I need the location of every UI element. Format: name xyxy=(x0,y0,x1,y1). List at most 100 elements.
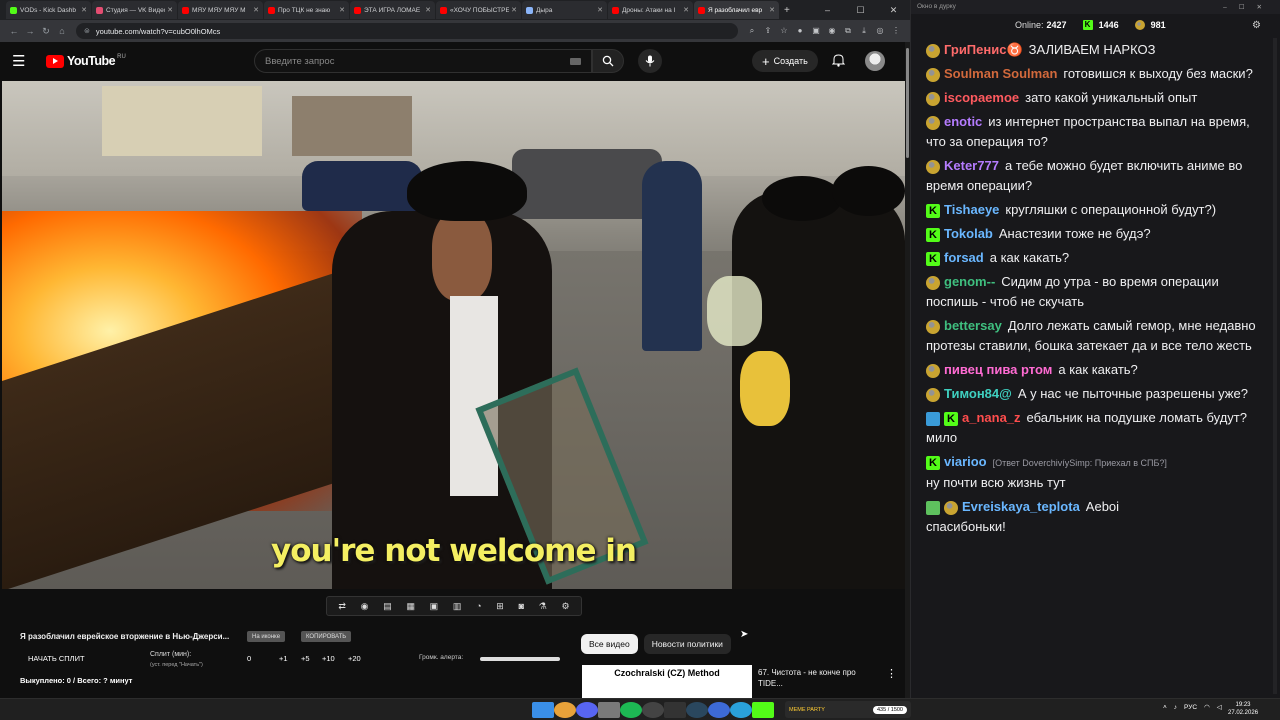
terminal-icon[interactable] xyxy=(664,702,686,718)
extensions-puzzle-icon[interactable]: ⧉ xyxy=(840,26,856,36)
chat-username[interactable]: Keter777 xyxy=(944,158,999,173)
chip-all-videos[interactable]: Все видео xyxy=(581,634,638,654)
extension-2-icon[interactable]: ▣ xyxy=(808,26,824,36)
wifi-icon[interactable]: ◠ xyxy=(1204,703,1210,711)
extension-1-icon[interactable]: ● xyxy=(792,26,808,36)
back-icon[interactable]: ← xyxy=(6,26,22,36)
add-10-button[interactable]: +10 xyxy=(322,654,335,663)
film-icon[interactable]: ▦ xyxy=(406,601,415,612)
search-button[interactable] xyxy=(592,49,624,73)
pip-icon[interactable]: ▣ xyxy=(430,601,439,612)
tab-close-icon[interactable]: ✕ xyxy=(597,6,603,14)
on-icon-chip[interactable]: На иконке xyxy=(247,631,286,642)
microphone-tray-icon[interactable]: ♪ xyxy=(1174,704,1177,711)
chat-username[interactable]: iscopaemoe xyxy=(944,90,1019,105)
chat-window-controls[interactable]: –☐✕ xyxy=(1223,3,1274,11)
speed-icon[interactable]: ◔ xyxy=(476,601,481,611)
browser-tab[interactable]: VODs - Kick Dashb ✕ xyxy=(6,1,91,19)
share-icon[interactable]: ⇪ xyxy=(760,26,776,36)
reload-icon[interactable]: ↻ xyxy=(38,26,54,37)
chat-reply-quote[interactable]: [Ответ DoverchivíySimp: Приехал в СПБ?] xyxy=(993,458,1167,468)
media-icon[interactable] xyxy=(708,702,730,718)
tab-close-icon[interactable]: ✕ xyxy=(769,6,775,14)
youtube-logo[interactable]: YouTube RU xyxy=(46,54,126,68)
chat-username[interactable]: Тимон84@ xyxy=(944,386,1012,401)
recommended-thumbnail[interactable]: Czochralski (CZ) Method xyxy=(582,665,752,698)
menu-icon[interactable]: ☰ xyxy=(12,52,36,70)
site-info-icon[interactable]: ⊜ xyxy=(84,27,90,35)
forward-icon[interactable]: → xyxy=(22,26,38,36)
alert-volume-slider[interactable] xyxy=(480,657,560,661)
kick-app-icon[interactable] xyxy=(752,702,774,718)
profile-icon[interactable]: ◎ xyxy=(872,26,888,36)
chat-username[interactable]: Soulman Soulman xyxy=(944,66,1057,81)
browser-tab[interactable]: МЯУ МЯУ МЯУ М ✕ xyxy=(178,1,263,19)
browser-tab[interactable]: Я разоблачил евр ✕ xyxy=(694,1,779,19)
chat-username[interactable]: пивец пива ртом xyxy=(944,362,1052,377)
voice-search-button[interactable] xyxy=(638,49,662,73)
chat-username[interactable]: ГриПенис♉ xyxy=(944,42,1023,57)
minimize-icon[interactable]: – xyxy=(811,5,844,16)
extension-3-icon[interactable]: ◉ xyxy=(824,26,840,36)
tab-close-icon[interactable]: ✕ xyxy=(425,6,431,14)
browser-tab[interactable]: ЭТА ИГРА ЛОМАЕ ✕ xyxy=(350,1,435,19)
keyboard-icon[interactable] xyxy=(570,57,581,65)
tray-chevron-icon[interactable]: ˄ xyxy=(1163,704,1167,711)
chrome-icon[interactable] xyxy=(554,702,576,718)
add-20-button[interactable]: +20 xyxy=(348,654,361,663)
bookmark-star-icon[interactable]: ☆ xyxy=(776,26,792,36)
recommended-title[interactable]: 67. Чистота - не конче про TIDE... xyxy=(758,667,878,689)
search-input[interactable]: Введите запрос xyxy=(254,49,592,73)
home-icon[interactable]: ⌂ xyxy=(54,26,70,36)
discord-icon[interactable] xyxy=(576,702,598,718)
windows-start-icon[interactable] xyxy=(532,702,554,718)
more-options-icon[interactable]: ⋮ xyxy=(886,667,897,680)
chat-username[interactable]: genom-- xyxy=(944,274,995,289)
loop-icon[interactable]: ⇄ xyxy=(338,601,346,612)
spotify-icon[interactable] xyxy=(620,702,642,718)
camera-icon[interactable]: ◙ xyxy=(519,601,524,611)
video-player[interactable]: you're not welcome in xyxy=(2,81,905,589)
chat-username[interactable]: enotic xyxy=(944,114,982,129)
volume-icon[interactable]: ◁ xyxy=(1217,703,1222,711)
browser-menu-icon[interactable]: ⋮ xyxy=(888,26,904,36)
screen-icon[interactable]: ▤ xyxy=(383,601,392,612)
tab-close-icon[interactable]: ✕ xyxy=(511,6,517,14)
start-split-button[interactable]: НАЧАТЬ СПЛИТ xyxy=(28,654,85,663)
scrollbar-thumb[interactable] xyxy=(906,48,909,158)
chat-scrollbar[interactable] xyxy=(1273,38,1277,694)
gear-icon[interactable]: ⚙ xyxy=(562,601,570,612)
url-field[interactable]: ⊜ youtube.com/watch?v=cubO0lhOMcs xyxy=(76,23,738,39)
browser-tab[interactable]: Дыра ✕ xyxy=(522,1,607,19)
recommended-video[interactable]: Czochralski (CZ) Method 67. Чистота - не… xyxy=(582,665,902,698)
notifications-button[interactable] xyxy=(831,53,846,72)
telegram-icon[interactable] xyxy=(730,702,752,718)
audio-icon[interactable]: ◉ xyxy=(361,601,369,612)
grid-icon[interactable]: ▥ xyxy=(453,601,462,612)
meme-party-widget[interactable]: MEME PARTY 435 / 1500 xyxy=(785,701,911,718)
flask-icon[interactable]: ⚗ xyxy=(539,601,547,612)
chip-politics-news[interactable]: Новости политики xyxy=(643,634,731,654)
tab-close-icon[interactable]: ✕ xyxy=(339,6,345,14)
chat-username[interactable]: Evreiskaya_teplota xyxy=(962,499,1080,514)
close-window-icon[interactable]: ✕ xyxy=(877,5,910,16)
chat-username[interactable]: forsad xyxy=(944,250,984,265)
app-icon[interactable] xyxy=(598,702,620,718)
add-5-button[interactable]: +5 xyxy=(301,654,310,663)
chat-username[interactable]: Tishaeye xyxy=(944,202,999,217)
tab-close-icon[interactable]: ✕ xyxy=(683,6,689,14)
chat-username[interactable]: a_nana_z xyxy=(962,410,1021,425)
steam-icon[interactable] xyxy=(686,702,708,718)
maximize-icon[interactable]: ☐ xyxy=(844,5,877,16)
tab-close-icon[interactable]: ✕ xyxy=(167,6,173,14)
chat-username[interactable]: Tokolab xyxy=(944,226,993,241)
tab-close-icon[interactable]: ✕ xyxy=(253,6,259,14)
chat-settings-icon[interactable]: ⚙ xyxy=(1252,20,1261,31)
lens-icon[interactable]: ⌕ xyxy=(744,26,760,36)
obs-icon[interactable] xyxy=(642,702,664,718)
language-indicator[interactable]: РУС xyxy=(1184,704,1197,711)
chat-username[interactable]: bettersay xyxy=(944,318,1002,333)
browser-tab[interactable]: Дроны: Атаки на I ✕ xyxy=(608,1,693,19)
browser-tab[interactable]: Студия — VK Видео ✕ xyxy=(92,1,177,19)
browser-tab[interactable]: «ХОЧУ ПОБЫСТРЕ ✕ xyxy=(436,1,521,19)
